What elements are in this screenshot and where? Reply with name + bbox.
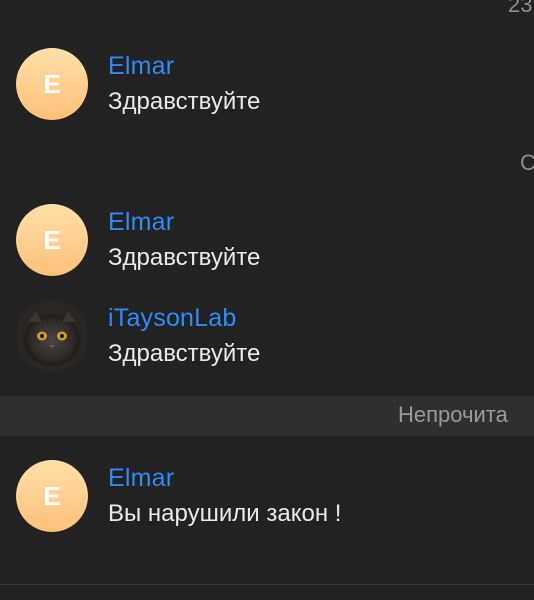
unread-messages-divider: Непрочита	[0, 396, 534, 436]
avatar-initial: E	[43, 224, 61, 255]
avatar-initial: E	[43, 68, 61, 99]
message-text: Здравствуйте	[108, 244, 261, 271]
date-separator-middle: С	[520, 150, 534, 175]
message-text: Вы нарушили закон !	[108, 500, 342, 527]
message-text: Здравствуйте	[108, 88, 261, 115]
sender-name[interactable]: iTaysonLab	[108, 304, 236, 333]
unread-divider-label: Непрочита	[398, 402, 508, 427]
avatar-initial: E	[43, 480, 61, 511]
date-separator-top: 23	[508, 0, 533, 17]
cat-photo-graphic	[16, 300, 88, 372]
sender-name[interactable]: Elmar	[108, 464, 174, 493]
message-item[interactable]: E Elmar Здравствуйте	[0, 202, 534, 282]
chat-history-view: 23 E Elmar Здравствуйте С E Elmar Здравс…	[0, 0, 534, 600]
sender-name[interactable]: Elmar	[108, 208, 174, 237]
message-item[interactable]: E Elmar Вы нарушили закон !	[0, 458, 534, 538]
avatar[interactable]: E	[16, 204, 88, 276]
composer-divider	[0, 584, 534, 585]
cat-avatar-icon[interactable]	[16, 300, 88, 372]
avatar[interactable]: E	[16, 460, 88, 532]
message-text: Здравствуйте	[108, 340, 261, 367]
sender-name[interactable]: Elmar	[108, 52, 174, 81]
avatar[interactable]: E	[16, 48, 88, 120]
message-item[interactable]: iTaysonLab Здравствуйте	[0, 298, 534, 378]
message-item[interactable]: E Elmar Здравствуйте	[0, 46, 534, 126]
